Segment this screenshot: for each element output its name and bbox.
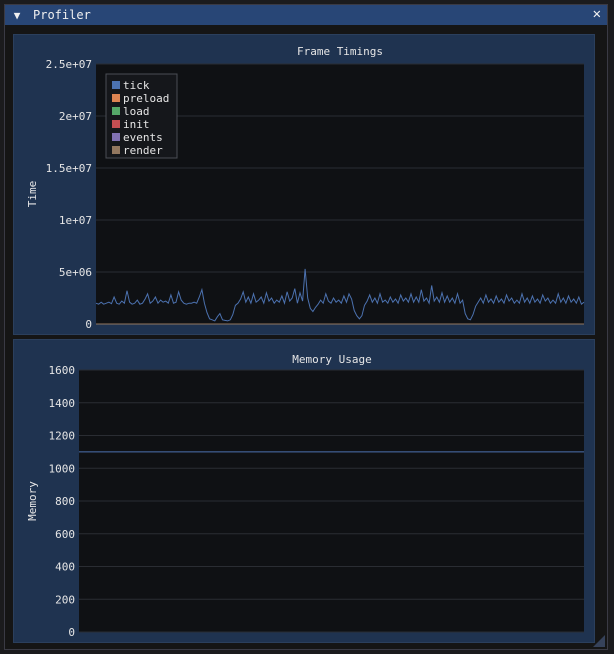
y-tick-label: 1000: [49, 462, 76, 475]
y-tick-label: 1e+07: [59, 214, 92, 227]
memory-usage-chart: Memory Usage 0 200 400 600 800 1000 1200 1400 160…: [26, 353, 584, 639]
y-tick-label: 0: [85, 318, 92, 331]
legend-label-events[interactable]: events: [123, 131, 163, 144]
y-tick-label: 1600: [49, 364, 76, 377]
y-tick-label: 2.5e+07: [46, 58, 92, 71]
y-tick-label: 1400: [49, 397, 76, 410]
legend-label-load[interactable]: load: [123, 105, 150, 118]
y-axis-label: Memory: [26, 481, 39, 521]
legend-label-tick[interactable]: tick: [123, 79, 150, 92]
y-tick-label: 0: [68, 626, 75, 639]
legend-label-init[interactable]: init: [123, 118, 150, 131]
legend-swatch[interactable]: [112, 94, 120, 102]
collapse-arrow-icon[interactable]: ▼: [7, 9, 27, 22]
y-tick-label: 2e+07: [59, 110, 92, 123]
legend-swatch[interactable]: [112, 107, 120, 115]
frame-timings-panel: Frame Timings 0 5e+06 1e+07 1.5e+07 2e+07 2.5e…: [13, 34, 595, 335]
legend-label-render[interactable]: render: [123, 144, 163, 157]
resize-grip[interactable]: [593, 635, 605, 647]
chart-title: Frame Timings: [297, 45, 383, 58]
legend-swatch[interactable]: [112, 146, 120, 154]
legend-swatch[interactable]: [112, 81, 120, 89]
y-tick-label: 400: [55, 561, 75, 574]
y-tick-label: 1.5e+07: [46, 162, 92, 175]
y-tick-label: 200: [55, 593, 75, 606]
window-titlebar[interactable]: ▼ Profiler ✕: [5, 5, 607, 25]
close-icon[interactable]: ✕: [593, 6, 601, 22]
y-tick-label: 5e+06: [59, 266, 92, 279]
y-axis-label: Time: [26, 181, 39, 208]
legend-label-preload[interactable]: preload: [123, 92, 169, 105]
frame-timings-chart: Frame Timings 0 5e+06 1e+07 1.5e+07 2e+07 2.5e…: [26, 45, 585, 331]
chart-title: Memory Usage: [292, 353, 371, 366]
window-title: Profiler: [33, 8, 91, 22]
memory-usage-panel: Memory Usage 0 200 400 600 800 1000 1200 1400 160…: [13, 339, 595, 643]
legend-swatch[interactable]: [112, 120, 120, 128]
y-tick-label: 600: [55, 528, 75, 541]
profiler-window: ▼ Profiler ✕ Frame Timings 0 5e+06 1e+07 1.5…: [4, 4, 608, 650]
y-tick-label: 1200: [49, 430, 76, 443]
legend-swatch[interactable]: [112, 133, 120, 141]
y-tick-label: 800: [55, 495, 75, 508]
